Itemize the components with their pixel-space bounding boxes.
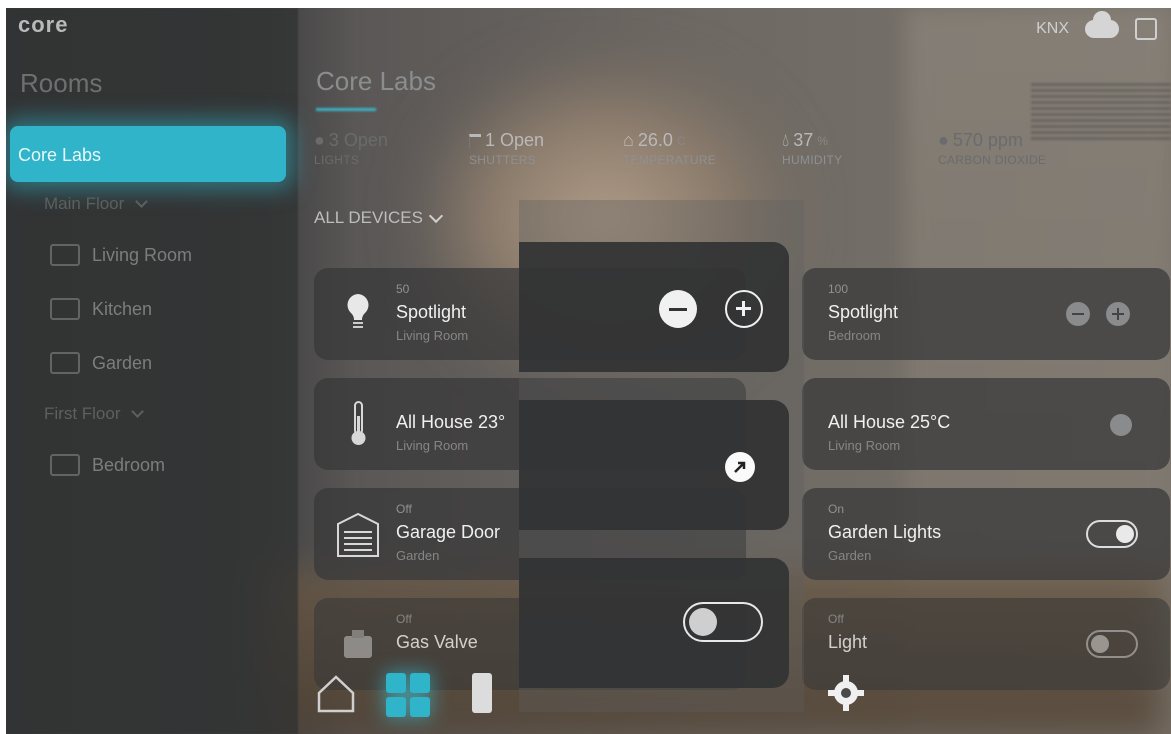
device-name: Garage Door bbox=[396, 522, 501, 542]
device-room: Living Room bbox=[828, 438, 901, 453]
floor-first-label: First Floor bbox=[44, 404, 121, 423]
screen-icon[interactable] bbox=[1135, 18, 1157, 40]
device-card-thermostat-right[interactable]: All House 25°C Living Room bbox=[802, 378, 1170, 470]
sidebar-item-garden[interactable]: Garden bbox=[50, 352, 152, 374]
all-devices-filter[interactable]: ALL DEVICES bbox=[314, 208, 444, 228]
sidebar-item-bedroom[interactable]: Bedroom bbox=[50, 454, 165, 476]
cloud-icon[interactable] bbox=[1085, 11, 1119, 38]
knx-label: KNX bbox=[1036, 20, 1069, 37]
stat-humidity-unit: % bbox=[817, 133, 828, 148]
stat-shutters-value: 1 Open bbox=[485, 130, 545, 150]
stat-temperature-unit: C bbox=[676, 133, 686, 148]
all-devices-label: ALL DEVICES bbox=[314, 208, 423, 227]
plus-icon[interactable] bbox=[725, 290, 763, 328]
bulb-icon bbox=[347, 294, 369, 328]
sofa-icon bbox=[50, 244, 80, 266]
stat-temperature-caption: TEMPERATURE bbox=[623, 153, 717, 167]
stat-shutters[interactable]: 1 Open SHUTTERS bbox=[469, 130, 544, 167]
device-name: Spotlight bbox=[396, 302, 467, 322]
smart-home-screen: core Rooms Core Labs Main Floor Living R… bbox=[6, 8, 1171, 734]
overlay-thermostat-card[interactable] bbox=[519, 400, 789, 530]
controls-overlay bbox=[519, 200, 804, 712]
room-core-labs-label[interactable]: Core Labs bbox=[18, 145, 101, 166]
background-blinds bbox=[1031, 83, 1171, 143]
decrease-button[interactable] bbox=[1066, 302, 1090, 326]
increase-button[interactable] bbox=[1106, 302, 1130, 326]
stat-temperature-value: 26.0 bbox=[637, 130, 673, 150]
sidebar-item-living-room[interactable]: Living Room bbox=[50, 244, 192, 266]
device-room: Living Room bbox=[396, 438, 469, 453]
stat-humidity-caption: HUMIDITY bbox=[782, 153, 843, 167]
page-title: Core Labs bbox=[316, 66, 436, 96]
floor-main[interactable]: Main Floor bbox=[44, 194, 148, 214]
garden-icon bbox=[50, 352, 80, 374]
device-state: Off bbox=[828, 612, 844, 626]
floor-first[interactable]: First Floor bbox=[44, 404, 145, 424]
pin-icon: ● bbox=[314, 130, 325, 150]
status-bar: KNX bbox=[1036, 11, 1157, 40]
sidebar-item-label: Kitchen bbox=[92, 298, 153, 319]
expand-arrow-icon[interactable] bbox=[1110, 414, 1132, 436]
bed-icon bbox=[50, 454, 80, 476]
device-room: Living Room bbox=[396, 328, 469, 343]
thermometer-icon bbox=[351, 401, 366, 445]
chevron-down-icon bbox=[135, 195, 148, 208]
device-name: Light bbox=[828, 632, 868, 652]
garage-icon bbox=[337, 512, 379, 557]
valve-icon bbox=[344, 630, 372, 658]
stat-temperature[interactable]: ⌂ 26.0 C TEMPERATURE bbox=[623, 130, 716, 167]
device-card-garden-lights[interactable]: On Garden Lights Garden bbox=[802, 488, 1170, 580]
device-state: On bbox=[828, 502, 845, 516]
floor-main-label: Main Floor bbox=[44, 194, 125, 213]
expand-arrow-icon[interactable] bbox=[725, 452, 755, 482]
sidebar-item-label: Garden bbox=[92, 352, 153, 373]
device-state: Off bbox=[396, 502, 412, 516]
device-name: All House 23° bbox=[396, 412, 506, 432]
shutter-icon bbox=[469, 133, 481, 148]
device-state: 100 bbox=[828, 282, 849, 296]
overlay-dimmer-card[interactable] bbox=[519, 242, 789, 372]
device-room: Bedroom bbox=[828, 328, 881, 343]
overlay-switch-card[interactable] bbox=[519, 558, 789, 688]
light-toggle[interactable] bbox=[1086, 630, 1138, 658]
chevron-down-icon bbox=[428, 208, 444, 224]
device-name: All House 25°C bbox=[828, 412, 951, 432]
home-icon[interactable] bbox=[316, 673, 356, 713]
device-room: Garden bbox=[828, 548, 872, 563]
co2-icon: ● bbox=[938, 130, 949, 150]
keypad-icon[interactable] bbox=[472, 673, 492, 713]
device-room: Garden bbox=[396, 548, 440, 563]
device-name: Spotlight bbox=[828, 302, 899, 322]
sidebar-item-label: Bedroom bbox=[92, 454, 166, 475]
drop-icon: 💧︎ bbox=[782, 130, 790, 150]
thermometer-home-icon: ⌂ bbox=[623, 130, 634, 150]
stat-shutters-caption: SHUTTERS bbox=[469, 153, 537, 167]
devices-grid-icon[interactable] bbox=[386, 673, 430, 717]
stat-humidity-value: 37 bbox=[793, 130, 814, 150]
stat-co2[interactable]: ● 570 ppm CARBON DIOXIDE bbox=[938, 130, 1046, 167]
stat-humidity[interactable]: 💧︎ 37% HUMIDITY bbox=[782, 130, 842, 167]
stat-co2-value: 570 ppm bbox=[952, 130, 1023, 150]
stat-lights[interactable]: ● 3 Open LIGHTS bbox=[314, 130, 388, 167]
device-state: 50 bbox=[396, 282, 410, 296]
stat-co2-caption: CARBON DIOXIDE bbox=[938, 153, 1047, 167]
device-name: Garden Lights bbox=[828, 522, 942, 542]
sidebar-item-label: Living Room bbox=[92, 244, 193, 265]
device-card-spotlight-bedroom[interactable]: 100 Spotlight Bedroom bbox=[802, 268, 1170, 360]
core-logo: core bbox=[18, 12, 69, 37]
device-state: Off bbox=[396, 612, 412, 626]
rooms-title: Rooms bbox=[20, 68, 103, 98]
minus-icon[interactable] bbox=[659, 290, 697, 328]
stat-lights-caption: LIGHTS bbox=[314, 153, 360, 167]
overlay-toggle[interactable] bbox=[683, 602, 763, 642]
chevron-down-icon bbox=[131, 405, 145, 418]
device-name: Gas Valve bbox=[396, 632, 478, 652]
title-underline bbox=[316, 108, 376, 111]
settings-gear-icon[interactable] bbox=[826, 673, 866, 713]
garden-lights-toggle[interactable] bbox=[1086, 520, 1138, 548]
kitchen-icon bbox=[50, 298, 80, 320]
sidebar-item-kitchen[interactable]: Kitchen bbox=[50, 298, 152, 320]
stat-lights-value: 3 Open bbox=[328, 130, 388, 150]
